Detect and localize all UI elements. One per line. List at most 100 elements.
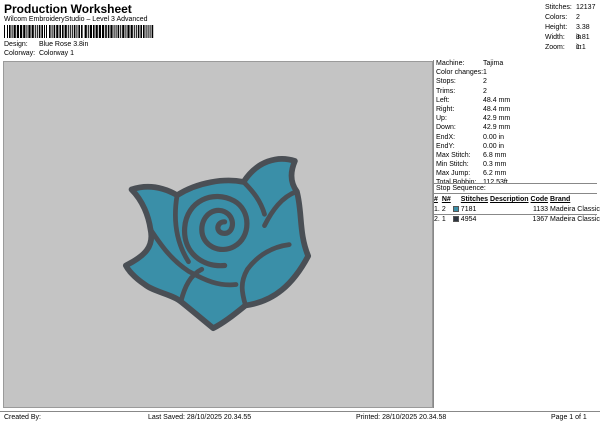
barcode-bar bbox=[41, 25, 43, 38]
page-number: Page 1 of 1 bbox=[551, 414, 587, 421]
barcode-bar bbox=[49, 25, 51, 38]
barcode-bar bbox=[13, 25, 16, 38]
info-left: Left: 48.4 mm bbox=[436, 96, 511, 104]
colorway-row: Colorway: Colorway 1 bbox=[4, 50, 74, 57]
stop-sequence-title: Stop Sequence: bbox=[436, 185, 486, 192]
barcode-bar bbox=[137, 25, 140, 38]
colorway-value: Colorway 1 bbox=[38, 50, 74, 57]
barcode-bar bbox=[151, 25, 154, 38]
barcode-bar bbox=[115, 25, 117, 38]
barcode-bar bbox=[44, 25, 45, 38]
design-row: Design: Blue Rose 3.8in bbox=[4, 41, 88, 48]
barcode-bar bbox=[11, 25, 13, 38]
barcode-bar bbox=[147, 25, 149, 38]
barcode-bar bbox=[26, 25, 28, 38]
rose-embroidery-image bbox=[122, 156, 312, 332]
barcode-bar bbox=[105, 25, 107, 38]
color-swatch bbox=[452, 205, 459, 212]
barcode-bar bbox=[78, 25, 80, 38]
barcode-bar bbox=[125, 25, 127, 38]
col-header-stitches: Stitches bbox=[460, 196, 489, 203]
barcode-bar bbox=[130, 25, 133, 38]
barcode-bar bbox=[113, 25, 115, 38]
barcode-bar bbox=[145, 25, 147, 38]
rose-outer-petals bbox=[122, 156, 312, 332]
barcode-bar bbox=[143, 25, 145, 38]
info-down: Down: 42.9 mm bbox=[436, 124, 511, 132]
divider bbox=[433, 183, 597, 184]
page-title: Production Worksheet bbox=[4, 2, 132, 16]
last-saved: Last Saved: 28/10/2025 20.34.55 bbox=[148, 414, 252, 421]
barcode-bar bbox=[81, 25, 83, 38]
divider bbox=[433, 214, 597, 215]
barcode-bar bbox=[7, 25, 8, 38]
stat-width: Width: 3.81 in bbox=[545, 34, 590, 51]
barcode-bar bbox=[149, 25, 151, 38]
barcode-bar bbox=[67, 25, 69, 38]
design-value: Blue Rose 3.8in bbox=[38, 41, 89, 48]
barcode-bar bbox=[140, 25, 142, 38]
barcode-bar bbox=[23, 25, 26, 38]
info-min-stitch: Min Stitch: 0.3 mm bbox=[436, 161, 507, 169]
col-header-brand: Brand bbox=[550, 196, 571, 203]
info-machine: Machine: Tajima bbox=[436, 60, 504, 67]
divider bbox=[433, 193, 597, 194]
barcode-bar bbox=[56, 25, 59, 38]
barcode-bar bbox=[76, 25, 78, 38]
barcode-bar bbox=[64, 25, 67, 38]
info-stops: Stops: 2 bbox=[436, 78, 487, 86]
divider bbox=[433, 60, 434, 408]
barcode-bar bbox=[46, 25, 47, 38]
col-header-code: Code bbox=[530, 196, 549, 203]
printed-date: Printed: 28/10/2025 20.34.58 bbox=[356, 414, 447, 421]
stat-colors: Colors: 2 bbox=[545, 14, 580, 21]
machine-info: Machine: Tajima Color changes: 1 Stops: 2 T… bbox=[436, 59, 596, 188]
barcode-bar bbox=[69, 25, 71, 38]
barcode-bar bbox=[31, 25, 34, 38]
stat-height: Height: 3.38 in bbox=[545, 24, 590, 41]
design-label: Design: bbox=[4, 41, 28, 48]
barcode-bar bbox=[107, 25, 110, 38]
info-up: Up: 42.9 mm bbox=[436, 115, 511, 123]
barcode-bar bbox=[62, 25, 64, 38]
barcode-bar bbox=[93, 25, 95, 38]
info-endx: EndX: 0.00 in bbox=[436, 133, 505, 141]
software-subtitle: Wilcom EmbroideryStudio – Level 3 Advanc… bbox=[4, 16, 148, 23]
barcode-bar bbox=[95, 25, 98, 38]
table-row: 2. 1 4954 1367 Madeira Classic 40 bbox=[434, 215, 600, 223]
barcode-bar bbox=[38, 25, 41, 38]
barcode-bar bbox=[84, 25, 87, 38]
barcode-bar bbox=[133, 25, 135, 38]
barcode-bar bbox=[59, 25, 61, 38]
barcode-bar bbox=[4, 25, 5, 38]
barcode-bar bbox=[127, 25, 130, 38]
stop-sequence-table: # N# Stitches Description Code Brand 1. … bbox=[433, 195, 600, 224]
barcode-bar bbox=[102, 25, 105, 38]
barcode-bar bbox=[110, 25, 113, 38]
barcode-bar bbox=[135, 25, 137, 38]
info-max-jump: Max Jump: 6.2 mm bbox=[436, 170, 507, 178]
design-preview bbox=[3, 61, 433, 408]
created-by: Created By: bbox=[4, 414, 41, 421]
col-header-description: Description bbox=[490, 196, 529, 203]
info-color-changes: Color changes: 1 bbox=[436, 69, 487, 77]
barcode-bar bbox=[53, 25, 56, 38]
col-header-needle: N# bbox=[441, 196, 451, 203]
summary-stats: Stitches: 12137 Colors: 2 Height: 3.38 in W… bbox=[545, 3, 597, 53]
barcode-bar bbox=[117, 25, 120, 38]
info-right: Right: 48.4 mm bbox=[436, 105, 511, 113]
barcode-bar bbox=[73, 25, 76, 38]
barcode-bar bbox=[20, 25, 23, 38]
colorway-label: Colorway: bbox=[4, 50, 36, 57]
barcode-bar bbox=[87, 25, 89, 38]
color-swatch bbox=[452, 215, 459, 222]
barcode-bar bbox=[120, 25, 122, 38]
barcode-bar bbox=[28, 25, 31, 38]
barcode bbox=[4, 25, 154, 38]
barcode-bar bbox=[122, 25, 125, 38]
info-endy: EndY: 0.00 in bbox=[436, 142, 505, 150]
barcode-bar bbox=[16, 25, 19, 38]
barcode-bar bbox=[36, 25, 38, 38]
barcode-bar bbox=[51, 25, 53, 38]
table-header-row: # N# Stitches Description Code Brand bbox=[433, 195, 600, 204]
